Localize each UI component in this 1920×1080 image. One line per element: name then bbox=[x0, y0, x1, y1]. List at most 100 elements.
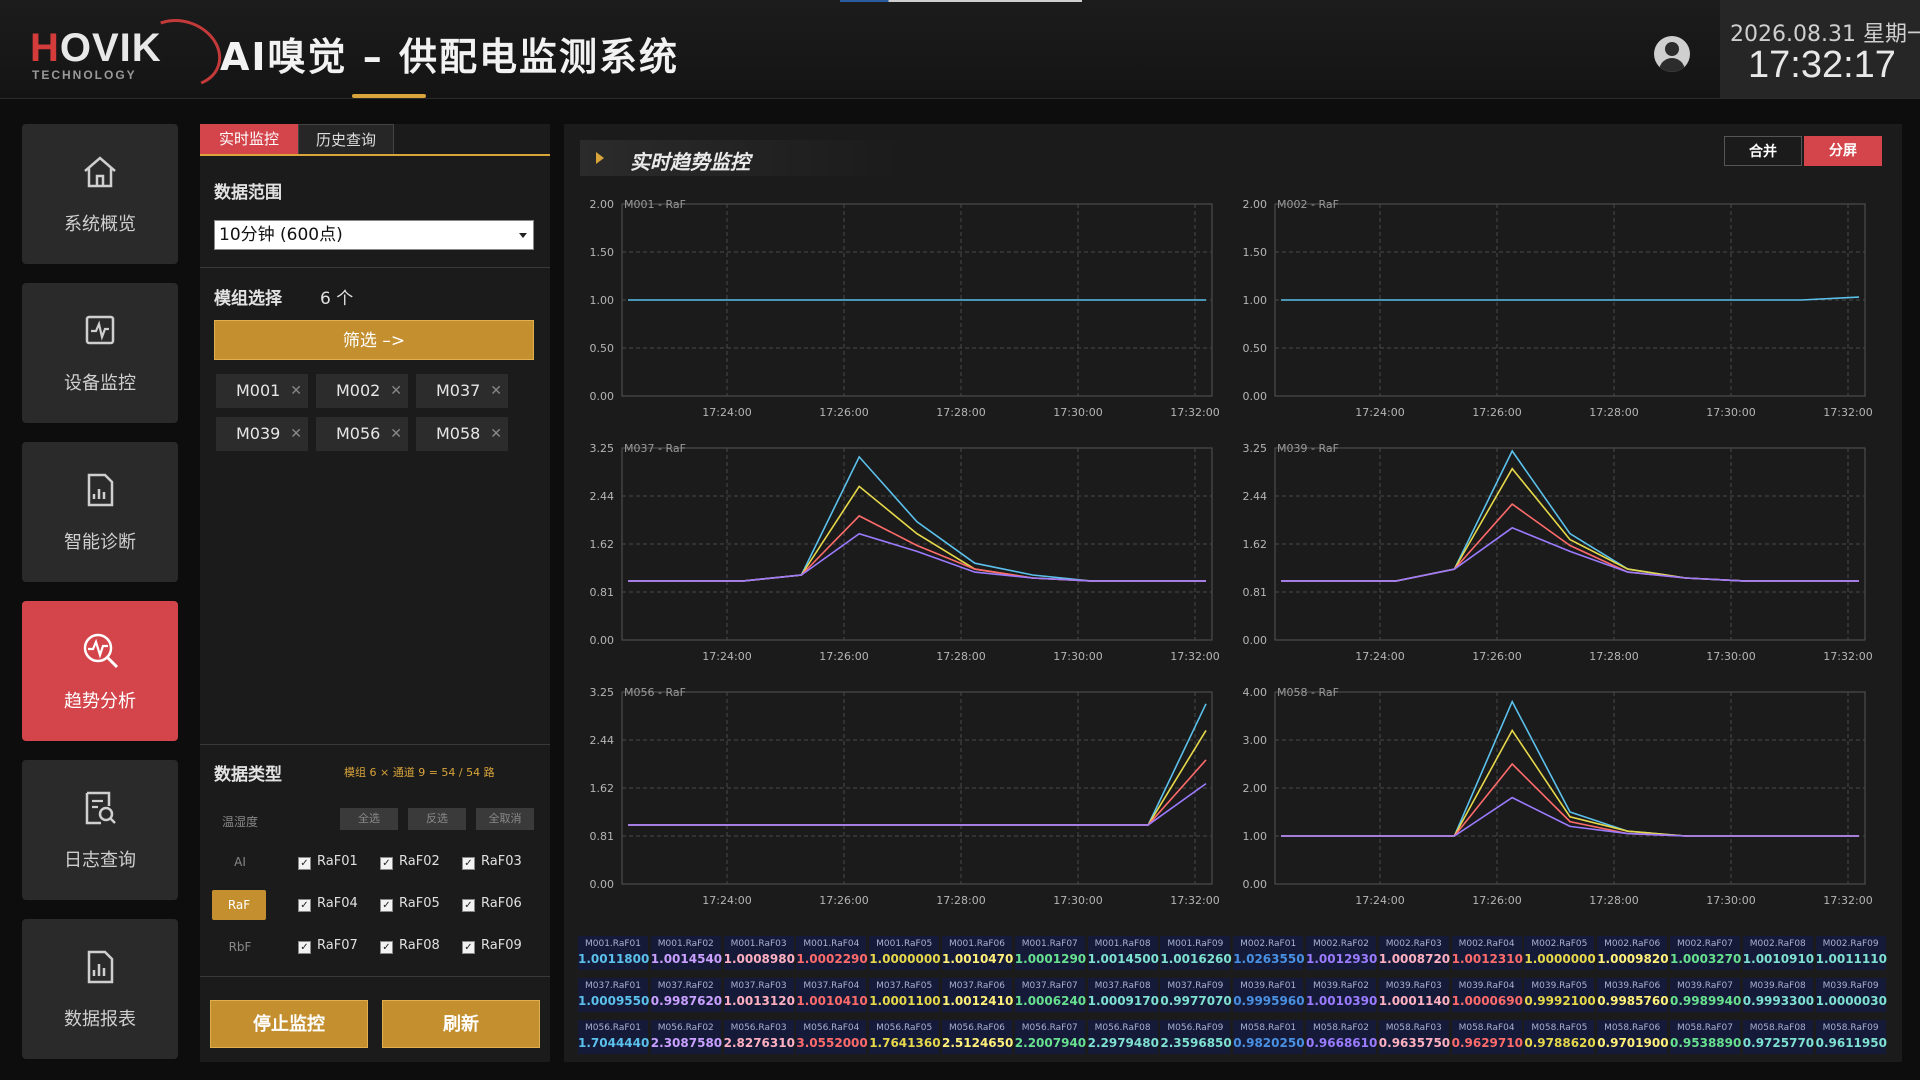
channel-checkbox-raf05[interactable]: ✓ RaF05 bbox=[380, 896, 440, 912]
close-icon[interactable]: ✕ bbox=[290, 417, 302, 451]
value-number: 1.0009170 bbox=[1087, 994, 1159, 1008]
type-temp-humidity[interactable]: 温湿度 bbox=[212, 813, 268, 830]
value-cell: M039.RaF08 0.9993300 bbox=[1742, 978, 1814, 1012]
y-tick-label: 4.00 bbox=[1243, 686, 1268, 699]
value-cell: M001.RaF06 1.0010470 bbox=[942, 936, 1014, 970]
checkbox-label: RaF09 bbox=[481, 938, 522, 953]
value-cell: M056.RaF09 2.3596850 bbox=[1160, 1020, 1232, 1054]
nav-system-overview[interactable]: 系统概览 bbox=[22, 124, 178, 264]
value-key: M058.RaF02 bbox=[1312, 1023, 1369, 1033]
value-cell: M001.RaF05 1.0000000 bbox=[869, 936, 941, 970]
series-line bbox=[1281, 467, 1859, 582]
close-icon[interactable]: ✕ bbox=[390, 374, 402, 408]
type-ai[interactable]: AI bbox=[212, 855, 268, 869]
value-number: 1.0010470 bbox=[942, 952, 1014, 966]
value-key: M002.RaF03 bbox=[1385, 939, 1442, 949]
y-tick-label: 1.00 bbox=[1243, 830, 1268, 843]
y-tick-label: 0.81 bbox=[1243, 586, 1268, 599]
value-key: M001.RaF06 bbox=[948, 939, 1005, 949]
section-title: 实时趋势监控 bbox=[630, 150, 750, 174]
nav-trend-analysis[interactable]: 趋势分析 bbox=[22, 601, 178, 741]
value-number: 2.8276310 bbox=[723, 1036, 795, 1050]
nav-smart-diagnosis[interactable]: 智能诊断 bbox=[22, 442, 178, 582]
value-number: 1.0006240 bbox=[1014, 994, 1087, 1008]
y-tick-label: 0.00 bbox=[1243, 878, 1268, 891]
x-tick-label: 17:26:00 bbox=[1472, 406, 1521, 419]
stop-monitor-button[interactable]: 停止监控 bbox=[210, 1000, 368, 1048]
value-key: M039.RaF01 bbox=[1240, 981, 1297, 991]
value-cell: M058.RaF04 0.9629710 bbox=[1451, 1020, 1523, 1054]
value-number: 0.9538890 bbox=[1670, 1036, 1742, 1050]
nav-label: 趋势分析 bbox=[64, 691, 136, 712]
y-tick-label: 1.50 bbox=[590, 246, 615, 259]
channel-checkbox-raf04[interactable]: ✓ RaF04 bbox=[298, 896, 358, 912]
tab-realtime[interactable]: 实时监控 bbox=[200, 124, 298, 154]
nav-data-report[interactable]: 数据报表 bbox=[22, 919, 178, 1059]
value-number: 1.0011800 bbox=[578, 952, 650, 966]
select-all-button[interactable]: 全选 bbox=[340, 808, 398, 830]
y-tick-label: 0.00 bbox=[1243, 390, 1268, 403]
value-cell: M002.RaF07 1.0003270 bbox=[1670, 936, 1741, 970]
refresh-button[interactable]: 刷新 bbox=[382, 1000, 540, 1048]
page-title: AI嗅觉 – 供配电监测系统 bbox=[220, 35, 680, 79]
nav-device-monitor[interactable]: 设备监控 bbox=[22, 283, 178, 423]
module-chip-m037: M037 ✕ bbox=[416, 374, 508, 408]
clear-all-button[interactable]: 全取消 bbox=[476, 808, 534, 830]
value-cell: M056.RaF07 2.2007940 bbox=[1014, 1020, 1086, 1054]
check-icon: ✓ bbox=[462, 857, 475, 870]
check-icon: ✓ bbox=[298, 857, 311, 870]
channel-checkbox-raf06[interactable]: ✓ RaF06 bbox=[462, 896, 522, 912]
value-key: M056.RaF09 bbox=[1167, 1023, 1224, 1033]
y-tick-label: 0.00 bbox=[1243, 634, 1268, 647]
channel-checkbox-raf07[interactable]: ✓ RaF07 bbox=[298, 938, 358, 954]
user-avatar-icon[interactable] bbox=[1654, 36, 1690, 72]
x-tick-label: 17:32:00 bbox=[1170, 650, 1219, 663]
chart-title: M037 - RaF bbox=[624, 442, 686, 455]
value-number: 1.0011110 bbox=[1815, 952, 1887, 966]
value-key: M001.RaF05 bbox=[876, 939, 933, 949]
value-number: 1.0014540 bbox=[650, 952, 723, 966]
close-icon[interactable]: ✕ bbox=[290, 374, 302, 408]
close-icon[interactable]: ✕ bbox=[490, 417, 502, 451]
x-tick-label: 17:30:00 bbox=[1706, 650, 1755, 663]
value-cell: M002.RaF04 1.0012310 bbox=[1451, 936, 1523, 970]
channel-checkbox-raf08[interactable]: ✓ RaF08 bbox=[380, 938, 440, 954]
filter-button[interactable]: 筛选 –> bbox=[214, 320, 534, 360]
value-key: M058.RaF07 bbox=[1676, 1023, 1733, 1033]
split-toggle-button[interactable]: 分屏 bbox=[1804, 136, 1882, 166]
x-tick-label: 17:28:00 bbox=[1589, 406, 1638, 419]
channel-checkbox-raf01[interactable]: ✓ RaF01 bbox=[298, 854, 358, 870]
value-key: M056.RaF04 bbox=[803, 1023, 860, 1033]
check-icon: ✓ bbox=[380, 899, 393, 912]
value-cell: M056.RaF06 2.5124650 bbox=[942, 1020, 1014, 1054]
close-icon[interactable]: ✕ bbox=[490, 374, 502, 408]
x-tick-label: 17:32:00 bbox=[1823, 406, 1872, 419]
channel-checkbox-raf02[interactable]: ✓ RaF02 bbox=[380, 854, 440, 870]
value-cell: M002.RaF06 1.0009820 bbox=[1597, 936, 1669, 970]
series-line bbox=[628, 532, 1206, 582]
value-cell: M039.RaF04 1.0000690 bbox=[1451, 978, 1523, 1012]
value-cell: M001.RaF08 1.0014500 bbox=[1087, 936, 1159, 970]
value-number: 0.9668610 bbox=[1306, 1036, 1378, 1050]
range-select[interactable]: 10分钟 (600点) bbox=[214, 220, 534, 250]
type-rbf[interactable]: RbF bbox=[212, 940, 268, 954]
value-cell: M039.RaF03 1.0001140 bbox=[1378, 978, 1450, 1012]
value-cell: M001.RaF04 1.0002290 bbox=[796, 936, 868, 970]
value-cell: M058.RaF05 0.9788620 bbox=[1524, 1020, 1596, 1054]
nav-label: 智能诊断 bbox=[64, 532, 136, 553]
value-key: M001.RaF02 bbox=[657, 939, 714, 949]
value-cell: M058.RaF02 0.9668610 bbox=[1306, 1020, 1378, 1054]
invert-button[interactable]: 反选 bbox=[408, 808, 466, 830]
y-tick-label: 0.00 bbox=[590, 878, 615, 891]
value-key: M056.RaF05 bbox=[876, 1023, 933, 1033]
close-icon[interactable]: ✕ bbox=[390, 417, 402, 451]
x-tick-label: 17:30:00 bbox=[1706, 406, 1755, 419]
tab-history[interactable]: 历史查询 bbox=[298, 124, 394, 154]
value-number: 2.5124650 bbox=[942, 1036, 1014, 1050]
type-raf[interactable]: RaF bbox=[212, 890, 266, 920]
channel-checkbox-raf09[interactable]: ✓ RaF09 bbox=[462, 938, 522, 954]
value-cell: M039.RaF05 0.9992100 bbox=[1524, 978, 1596, 1012]
nav-log-query[interactable]: 日志查询 bbox=[22, 760, 178, 900]
channel-checkbox-raf03[interactable]: ✓ RaF03 bbox=[462, 854, 522, 870]
merge-toggle-button[interactable]: 合并 bbox=[1724, 136, 1802, 166]
